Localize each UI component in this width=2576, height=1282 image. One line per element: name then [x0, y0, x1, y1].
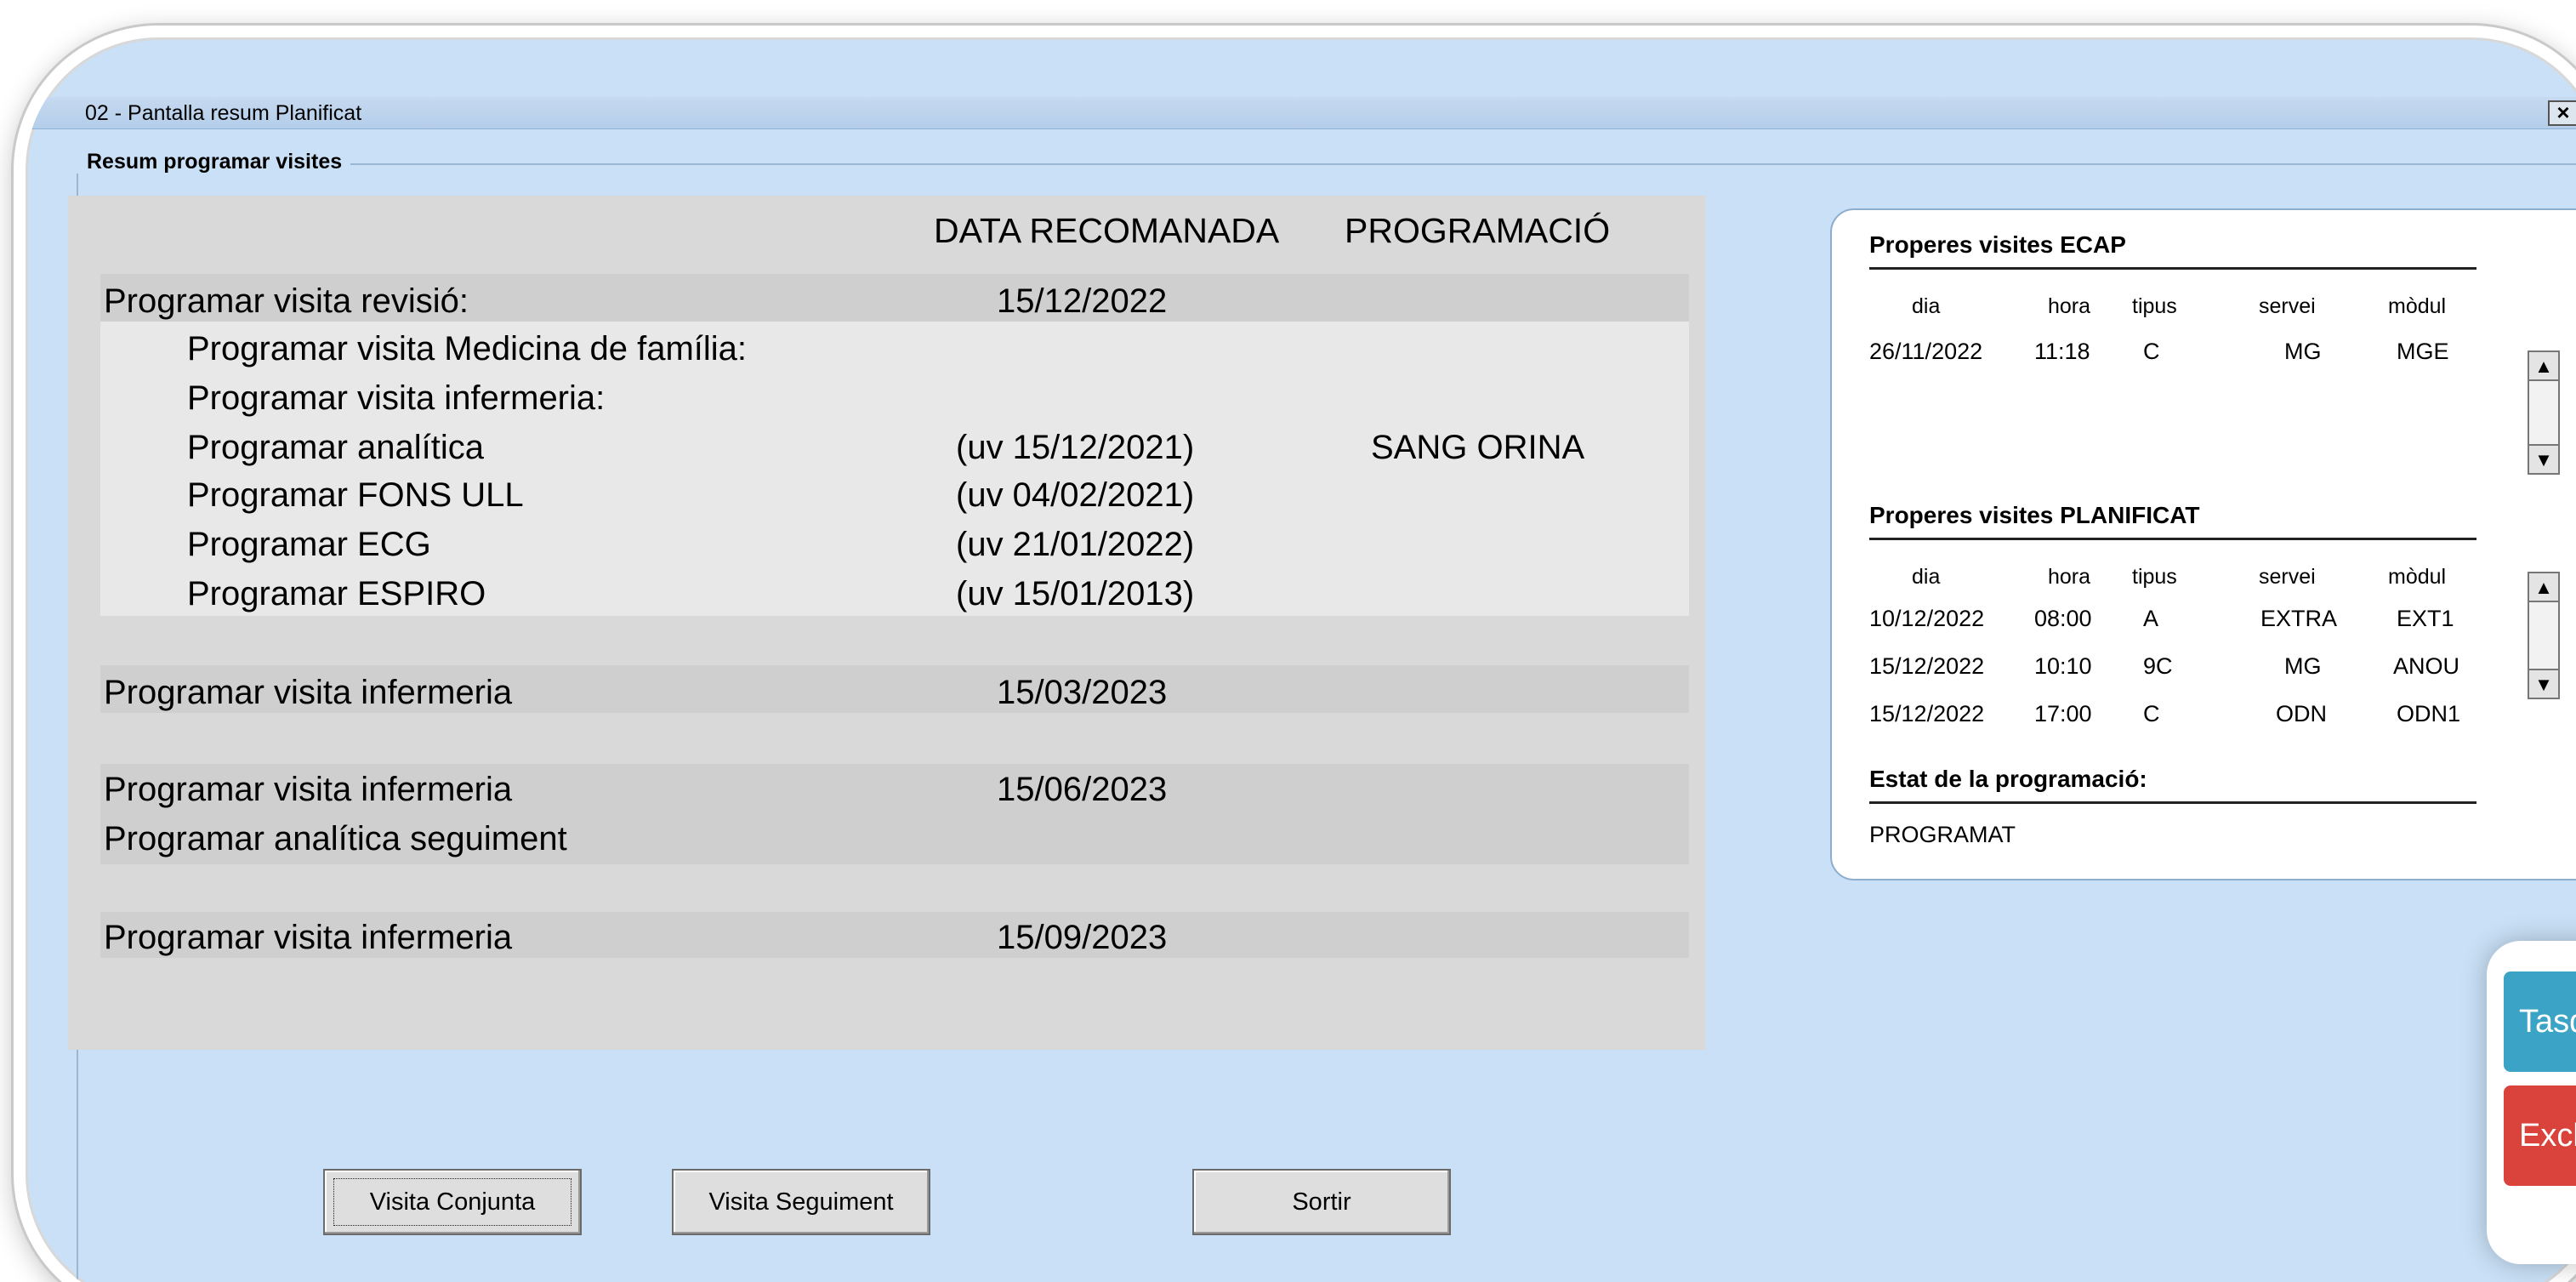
table-row-label: Programar visita infermeria	[104, 919, 513, 956]
ecap-col-servei: servei	[2259, 294, 2316, 318]
tasques-button[interactable]: Tasq	[2504, 971, 2576, 1072]
planificat-row-modul: ANOU	[2393, 653, 2460, 679]
planificat-row-dia: 10/12/2022	[1869, 606, 1985, 631]
planificat-row-tipus: C	[2143, 701, 2160, 726]
planificat-row-hora: 17:00	[2034, 701, 2092, 726]
ecap-col-tipus: tipus	[2132, 294, 2177, 318]
ecap-title: Properes visites ECAP	[1869, 231, 2126, 258]
planificat-row-servei: EXTRA	[2260, 606, 2338, 631]
window-titlebar: 02 - Pantalla resum Planificat	[26, 97, 2576, 129]
table-row-label: Programar ESPIRO	[187, 575, 486, 613]
table-row-date: 15/06/2023	[997, 771, 1168, 808]
ecap-scrollbar[interactable]: ▲ ▼	[2528, 350, 2560, 475]
exclusio-button[interactable]: Exclus	[2504, 1085, 2576, 1186]
table-row-label: Programar visita infermeria	[104, 771, 513, 808]
sortir-button[interactable]: Sortir	[1192, 1169, 1451, 1235]
planificat-col-tipus: tipus	[2132, 565, 2177, 589]
estat-rule	[1869, 801, 2476, 804]
column-header-program: PROGRAMACIÓ	[1345, 211, 1611, 250]
planificat-title: Properes visites PLANIFICAT	[1869, 502, 2200, 528]
planificat-row-modul: ODN1	[2397, 701, 2461, 726]
table-row-date: (uv 21/01/2022)	[956, 526, 1195, 563]
table-row-program: SANG ORINA	[1371, 429, 1585, 466]
planificat-col-servei: servei	[2259, 565, 2316, 589]
planificat-col-hora: hora	[2048, 565, 2091, 589]
ecap-row-hora: 11:18	[2034, 339, 2090, 364]
planificat-rule	[1869, 538, 2476, 540]
planificat-row-dia: 15/12/2022	[1869, 701, 1985, 726]
table-row-label: Programar ECG	[187, 526, 431, 563]
ecap-row-servei: MG	[2284, 339, 2322, 364]
window-title: 02 - Pantalla resum Planificat	[85, 101, 362, 125]
ecap-rule	[1869, 267, 2476, 270]
exclusio-label: Exclus	[2519, 1118, 2576, 1154]
ecap-col-modul: mòdul	[2388, 294, 2447, 318]
group-legend: Resum programar visites	[87, 150, 351, 174]
planificat-row-modul: EXT1	[2397, 606, 2454, 631]
table-row-label: Programar FONS ULL	[187, 476, 524, 514]
planificat-row-tipus: 9C	[2143, 653, 2173, 679]
planificat-row-servei: ODN	[2276, 701, 2327, 726]
visita-conjunta-button[interactable]: Visita Conjunta	[323, 1169, 582, 1235]
ecap-row-dia: 26/11/2022	[1869, 339, 1983, 364]
planificat-row-dia: 15/12/2022	[1869, 653, 1985, 679]
table-row-label: Programar visita infermeria	[104, 674, 513, 711]
table-row-date: 15/09/2023	[997, 919, 1168, 956]
focus-indicator	[333, 1178, 571, 1226]
table-row-label: Programar visita infermeria:	[187, 379, 606, 417]
estat-title: Estat de la programació:	[1869, 766, 2147, 792]
table-row-date: (uv 04/02/2021)	[956, 476, 1195, 514]
visita-seguiment-button[interactable]: Visita Seguiment	[672, 1169, 930, 1235]
scroll-up-icon[interactable]: ▲	[2529, 573, 2558, 602]
sortir-label: Sortir	[1292, 1188, 1351, 1216]
ecap-row-modul: MGE	[2397, 339, 2449, 364]
table-row-label: Programar analítica	[187, 429, 485, 466]
planificat-row-tipus: A	[2143, 606, 2159, 631]
planificat-row-hora: 08:00	[2034, 606, 2092, 631]
table-row-date: (uv 15/12/2021)	[956, 429, 1195, 466]
planificat-col-dia: dia	[1912, 565, 1941, 589]
table-row-label: Programar analítica seguiment	[104, 820, 567, 858]
scroll-down-icon[interactable]: ▼	[2529, 669, 2558, 698]
tasques-label: Tasq	[2519, 1004, 2576, 1040]
planificat-row-hora: 10:10	[2034, 653, 2092, 679]
planificat-row-servei: MG	[2284, 653, 2322, 679]
estat-value: PROGRAMAT	[1869, 822, 2016, 847]
ecap-col-hora: hora	[2048, 294, 2091, 318]
ecap-row-tipus: C	[2143, 339, 2160, 364]
scroll-up-icon[interactable]: ▲	[2529, 352, 2558, 381]
visita-seguiment-label: Visita Seguiment	[708, 1188, 894, 1216]
ecap-col-dia: dia	[1912, 294, 1941, 318]
group-divider	[87, 163, 2576, 165]
scroll-down-icon[interactable]: ▼	[2529, 444, 2558, 473]
table-row-label: Programar visita revisió:	[104, 282, 469, 320]
table-row-date: 15/12/2022	[997, 282, 1168, 320]
planificat-scrollbar[interactable]: ▲ ▼	[2528, 572, 2560, 699]
table-row-date: 15/03/2023	[997, 674, 1168, 711]
table-row-date: (uv 15/01/2013)	[956, 575, 1195, 613]
column-header-date: DATA RECOMANADA	[934, 211, 1280, 250]
planificat-col-modul: mòdul	[2388, 565, 2447, 589]
close-icon[interactable]: ×	[2548, 100, 2576, 126]
table-row-label: Programar visita Medicina de família:	[187, 330, 748, 368]
